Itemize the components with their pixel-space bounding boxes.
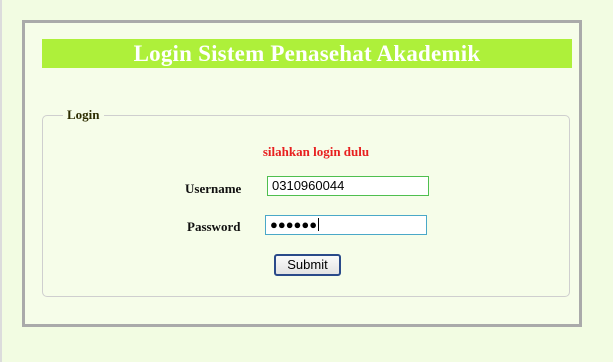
page-left-border — [0, 0, 2, 362]
username-input[interactable]: 0310960044 — [267, 176, 429, 196]
page-title: Login Sistem Penasehat Akademik — [42, 39, 572, 68]
login-fieldset: Login silahkan login dulu Username 03109… — [42, 107, 570, 297]
password-label: Password — [187, 219, 241, 234]
password-input[interactable]: ●●●●●● — [265, 215, 427, 235]
text-caret — [318, 218, 320, 231]
login-legend: Login — [67, 107, 100, 122]
login-message: silahkan login dulu — [262, 144, 370, 159]
login-panel: Login Sistem Penasehat Akademik Login si… — [22, 20, 582, 327]
submit-button[interactable]: Submit — [274, 254, 341, 276]
password-masked-value: ●●●●●● — [270, 217, 318, 232]
username-value: 0310960044 — [272, 178, 345, 193]
username-label: Username — [185, 181, 242, 196]
